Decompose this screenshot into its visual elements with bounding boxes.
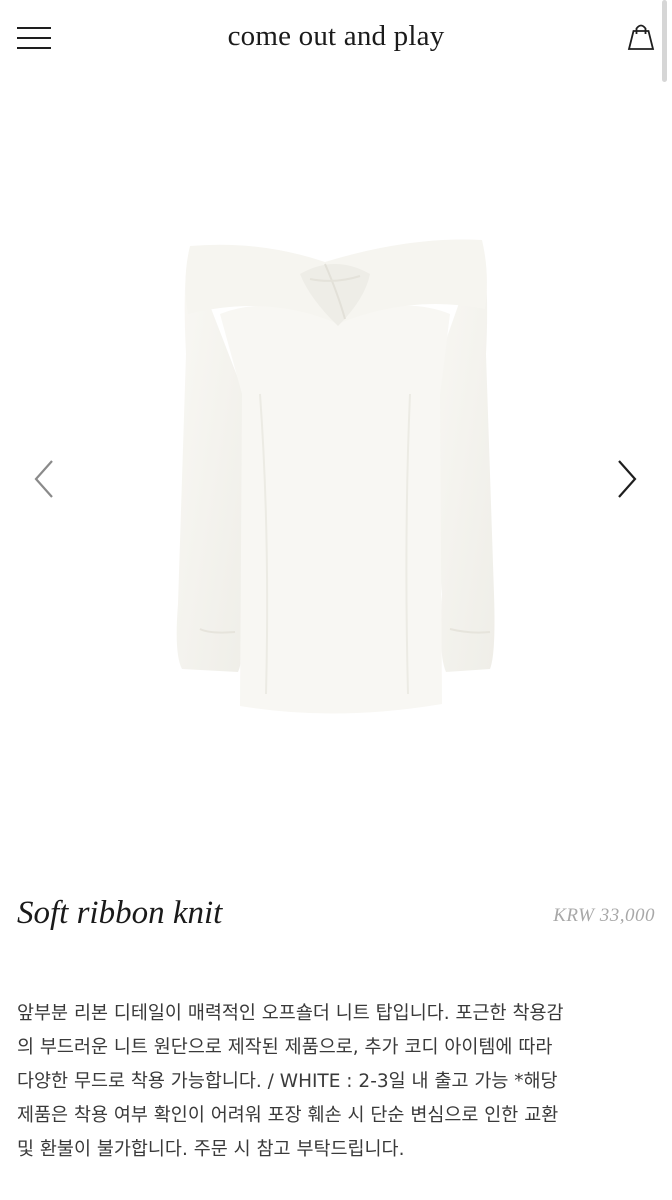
description-line: 다양한 무드로 착용 가능합니다. / WHITE : 2-3일 내 출고 가능… (17, 1071, 558, 1092)
previous-image-button[interactable] (30, 454, 60, 504)
product-title: Soft ribbon knit (17, 895, 223, 931)
shopping-bag-icon (627, 24, 655, 50)
cart-button[interactable] (626, 22, 656, 52)
description-line: 앞부분 리본 디테일이 매력적인 오프숄더 니트 탑입니다. 포근한 착용감 (17, 1003, 564, 1024)
product-image (176, 239, 495, 714)
description-line: 의 부드러운 니트 원단으로 제작된 제품으로, 추가 코디 아이템에 따라 (17, 1037, 553, 1058)
description-line: 및 환불이 불가합니다. 주문 시 참고 부탁드립니다. (17, 1139, 405, 1160)
chevron-right-icon (618, 460, 637, 498)
site-header: come out and play (0, 0, 672, 78)
description-line: 제품은 착용 여부 확인이 어려워 포장 훼손 시 단순 변심으로 인한 교환 (17, 1105, 559, 1126)
brand-logo[interactable]: come out and play (0, 20, 672, 53)
product-description: 앞부분 리본 디테일이 매력적인 오프숄더 니트 탑입니다. 포근한 착용감 의… (17, 997, 657, 1167)
chevron-left-icon (34, 460, 53, 498)
next-image-button[interactable] (613, 454, 643, 504)
product-gallery (0, 84, 672, 874)
product-price: KRW 33,000 (553, 905, 655, 926)
page-scrollbar[interactable] (662, 0, 667, 82)
